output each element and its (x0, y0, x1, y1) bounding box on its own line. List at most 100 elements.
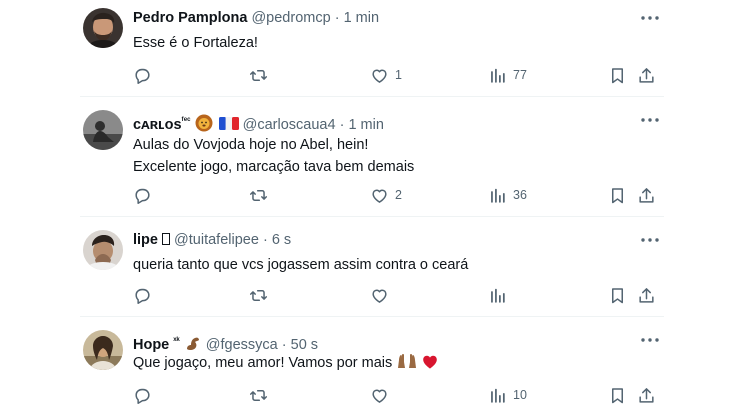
view-count: 10 (513, 388, 527, 402)
action-bar: 10 (133, 384, 653, 406)
display-name[interactable]: Hope ˣᵏ (133, 335, 180, 353)
tweet-header: Hope ˣᵏ @fgessyca · 50 s (133, 330, 318, 353)
bookmark-button[interactable] (608, 384, 627, 406)
user-handle[interactable]: @fgessyca (206, 337, 278, 353)
views-button[interactable]: 77 (488, 64, 527, 86)
view-count: 36 (513, 188, 527, 202)
timestamp[interactable]: 50 s (291, 337, 318, 353)
share-button[interactable] (637, 64, 656, 86)
avatar[interactable] (83, 8, 123, 48)
tweet-text-line: Que jogaço, meu amor! Vamos por mais (133, 355, 393, 371)
avatar[interactable] (83, 110, 123, 150)
tweet-header: ᴄᴀʀʟᴏsᶠᵉᶜ @carloscaua4 · 1 min (133, 110, 384, 133)
retweet-icon (249, 186, 268, 205)
avatar[interactable] (83, 330, 123, 370)
red-heart-emoji (422, 354, 438, 377)
display-name[interactable]: ᴄᴀʀʟᴏsᶠᵉᶜ (133, 115, 191, 133)
missing-glyph-icon (162, 233, 171, 245)
share-icon (637, 386, 656, 405)
like-button[interactable]: 1 (370, 64, 402, 86)
bar-chart-icon (488, 386, 507, 405)
more-options-icon[interactable] (640, 336, 660, 344)
share-icon (637, 186, 656, 205)
retweet-button[interactable] (249, 384, 268, 406)
bar-chart-icon (488, 186, 507, 205)
heart-icon (370, 386, 389, 405)
bar-chart-icon (488, 286, 507, 305)
bookmark-button[interactable] (608, 284, 627, 306)
separator-dot: · (281, 336, 287, 353)
like-count: 1 (395, 68, 402, 82)
tweet-text-line: queria tanto que vcs jogassem assim cont… (133, 257, 469, 273)
display-name[interactable]: Pedro Pamplona (133, 10, 247, 26)
reply-icon (133, 286, 152, 305)
user-handle[interactable]: @carloscaua4 (243, 117, 336, 133)
share-button[interactable] (637, 384, 656, 406)
action-bar: 2 36 (133, 184, 653, 206)
tweet-text: Aulas do Vovjoda hoje no Abel, hein! Exc… (133, 134, 414, 178)
user-handle[interactable]: @pedromcp (251, 10, 330, 26)
tweet[interactable]: Hope ˣᵏ @fgessyca · 50 s Que jogaço, meu… (80, 330, 670, 410)
divider (80, 316, 664, 317)
separator-dot: · (262, 232, 268, 248)
more-options-icon[interactable] (640, 116, 660, 124)
avatar[interactable] (83, 230, 123, 270)
reply-button[interactable] (133, 384, 152, 406)
more-options-icon[interactable] (640, 14, 660, 22)
heart-icon (370, 286, 389, 305)
reply-icon (133, 386, 152, 405)
bookmark-icon (608, 286, 627, 305)
action-bar (133, 284, 653, 306)
more-options-icon[interactable] (640, 236, 660, 244)
tweet[interactable]: ᴄᴀʀʟᴏsᶠᵉᶜ @carloscaua4 · 1 min Aulas do … (80, 110, 670, 206)
bookmark-button[interactable] (608, 64, 627, 86)
views-button[interactable] (488, 284, 507, 306)
france-flag-emoji (218, 116, 239, 130)
like-button[interactable]: 2 (370, 184, 402, 206)
user-handle[interactable]: @tuitafelipee (174, 232, 259, 248)
like-button[interactable] (370, 384, 389, 406)
bar-chart-icon (488, 66, 507, 85)
reply-button[interactable] (133, 284, 152, 306)
reply-icon (133, 66, 152, 85)
retweet-icon (249, 286, 268, 305)
tweet-header: lipe @tuitafelipee · 6 s (133, 230, 291, 250)
reply-button[interactable] (133, 184, 158, 206)
reply-button[interactable] (133, 64, 158, 86)
divider (80, 216, 664, 217)
views-button[interactable]: 10 (488, 384, 527, 406)
separator-dot: · (334, 10, 340, 26)
view-count: 77 (513, 68, 527, 82)
reply-feed: Pedro Pamplona @pedromcp · 1 min Esse é … (0, 0, 740, 416)
tweet[interactable]: lipe @tuitafelipee · 6 s queria tanto qu… (80, 230, 670, 306)
display-name[interactable]: lipe (133, 232, 158, 248)
bookmark-icon (608, 386, 627, 405)
tweet-header: Pedro Pamplona @pedromcp · 1 min (133, 8, 379, 28)
separator-dot: · (339, 116, 345, 133)
bookmark-icon (608, 186, 627, 205)
tweet-text-line: Excelente jogo, marcação tava bem demais (133, 159, 415, 175)
share-button[interactable] (637, 184, 656, 206)
tweet-text: queria tanto que vcs jogassem assim cont… (133, 254, 468, 276)
heart-icon (370, 66, 389, 85)
raising-hands-emoji (396, 352, 418, 377)
retweet-button[interactable] (249, 64, 274, 86)
bookmark-icon (608, 66, 627, 85)
share-icon (637, 66, 656, 85)
retweet-icon (249, 386, 268, 405)
timestamp[interactable]: 1 min (348, 117, 383, 133)
share-icon (637, 286, 656, 305)
like-count: 2 (395, 188, 402, 202)
timestamp[interactable]: 1 min (344, 10, 379, 26)
timestamp[interactable]: 6 s (272, 232, 291, 248)
bookmark-button[interactable] (608, 184, 627, 206)
like-button[interactable] (370, 284, 389, 306)
tweet[interactable]: Pedro Pamplona @pedromcp · 1 min Esse é … (80, 8, 670, 90)
views-button[interactable]: 36 (488, 184, 527, 206)
retweet-button[interactable] (249, 184, 274, 206)
retweet-icon (249, 66, 268, 85)
tweet-text-line: Esse é o Fortaleza! (133, 35, 258, 51)
action-bar: 1 77 (133, 64, 653, 86)
retweet-button[interactable] (249, 284, 268, 306)
share-button[interactable] (637, 284, 656, 306)
